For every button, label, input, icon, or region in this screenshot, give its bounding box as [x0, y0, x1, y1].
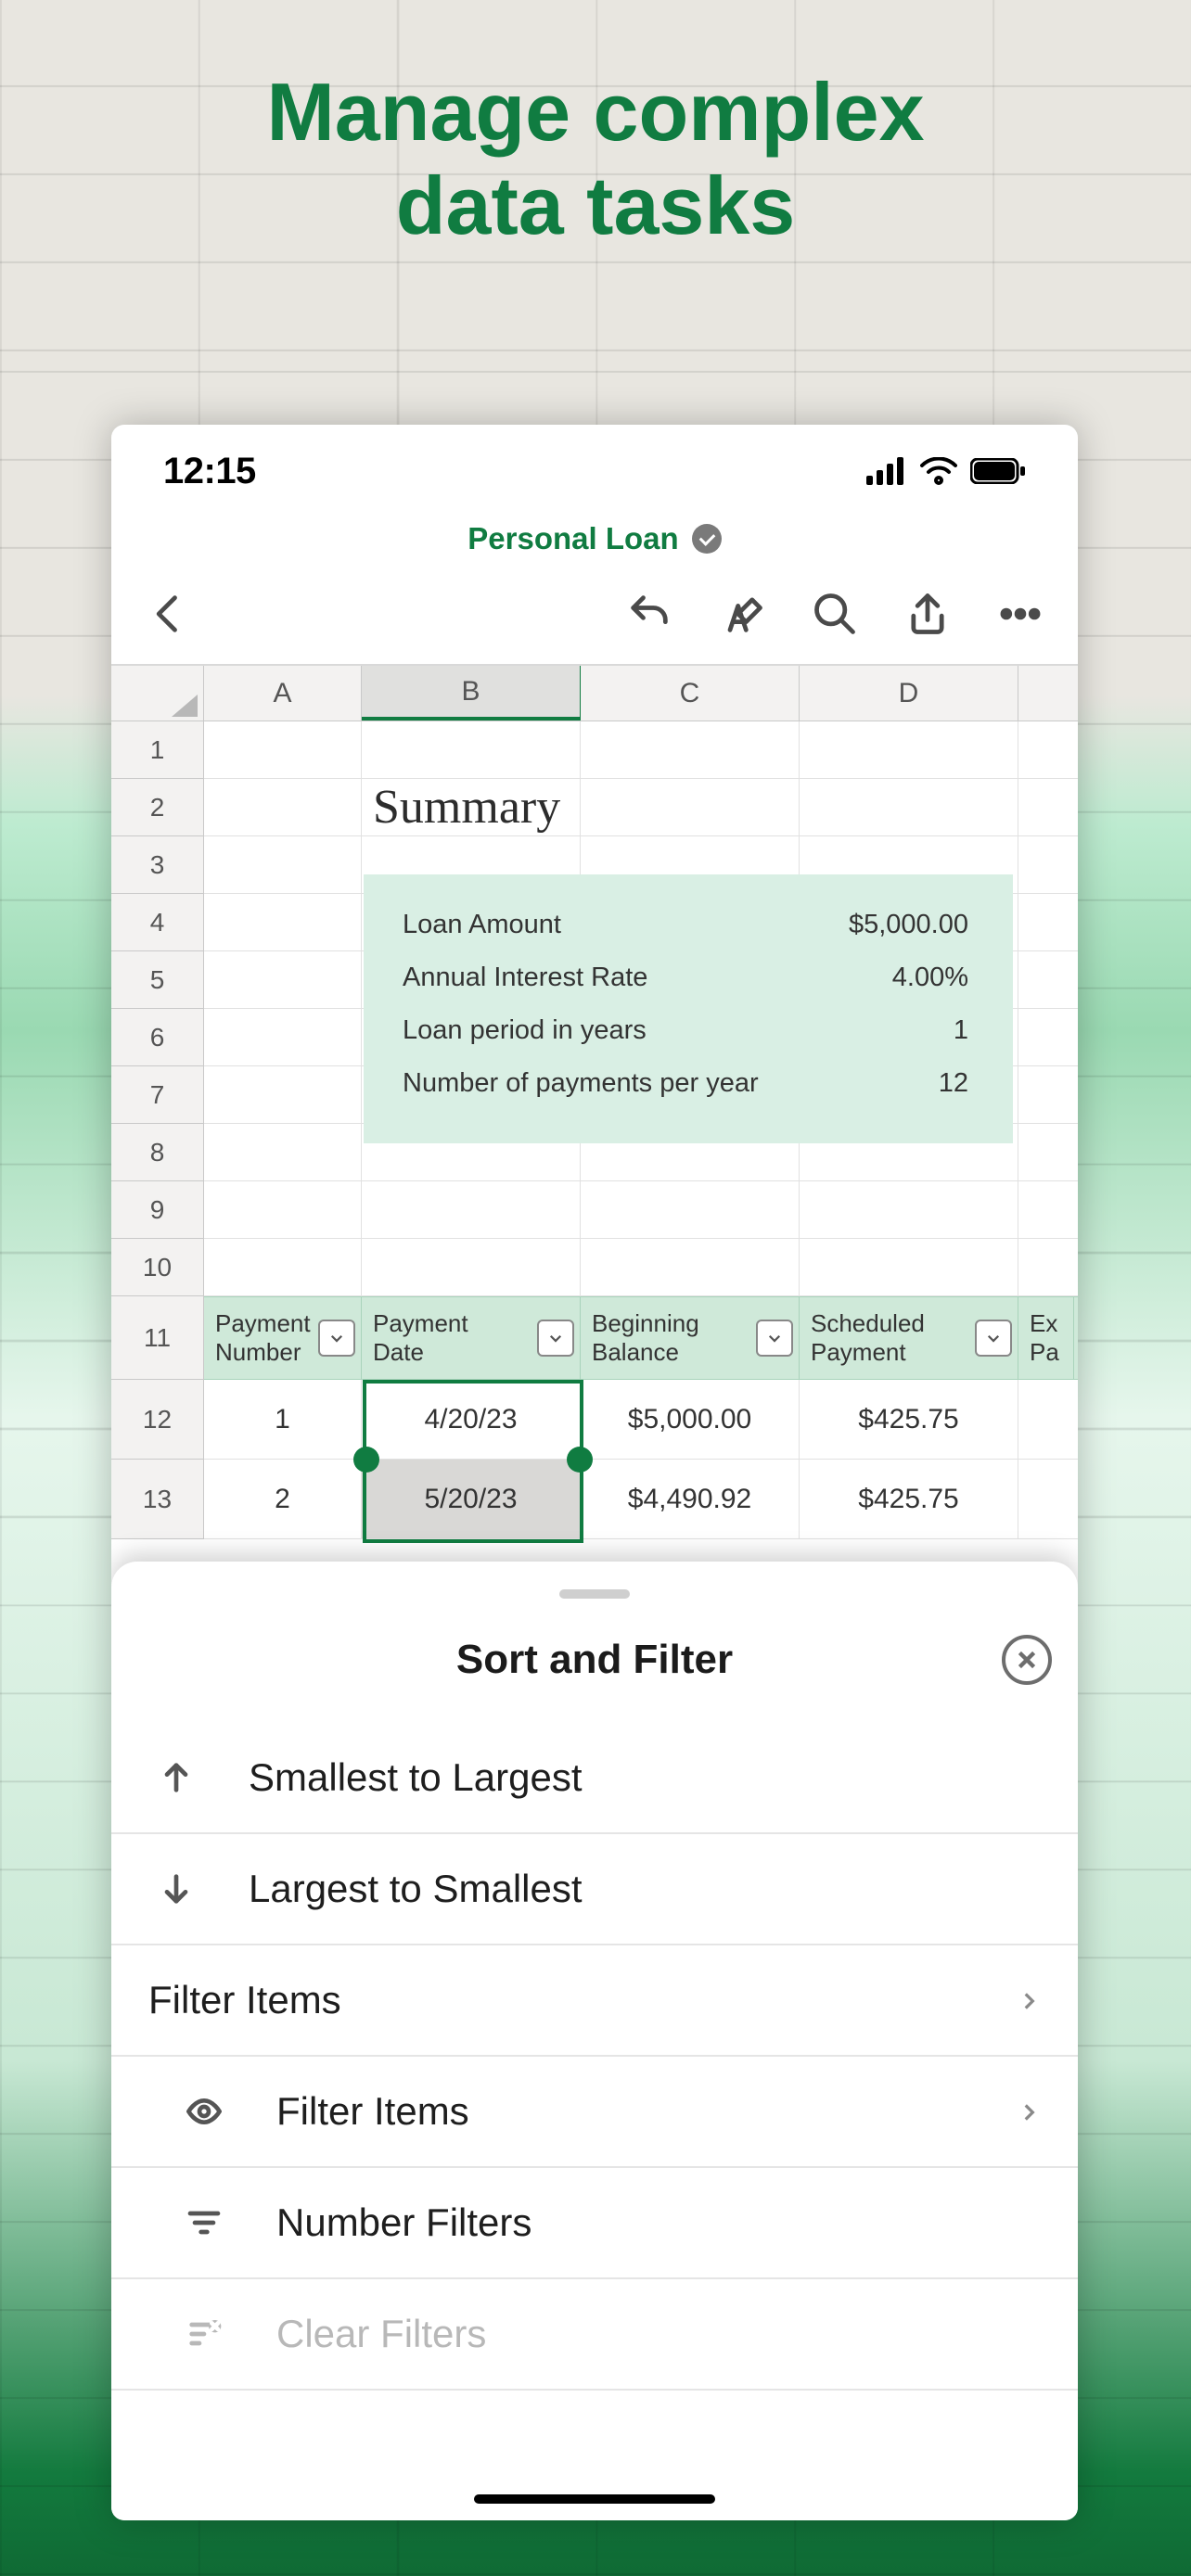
chevron-right-icon	[1017, 2089, 1041, 2134]
row-header[interactable]: 10	[111, 1239, 204, 1296]
summary-block[interactable]: Loan Amount $5,000.00 Annual Interest Rat…	[364, 874, 1013, 1143]
row-header[interactable]: 13	[111, 1460, 204, 1539]
column-header-a[interactable]: A	[204, 666, 362, 721]
summary-value: 4.00%	[892, 963, 968, 993]
row-header[interactable]: 12	[111, 1380, 204, 1460]
cell-scheduled-payment[interactable]: $425.75	[800, 1380, 1018, 1459]
clear-filter-icon	[176, 2315, 232, 2353]
cell-payment-date[interactable]: 5/20/23	[362, 1460, 581, 1538]
filter-items-section[interactable]: Filter Items	[111, 1945, 1078, 2057]
cell-scheduled-payment[interactable]: $425.75	[800, 1460, 1018, 1538]
cell-payment-date[interactable]: 4/20/23	[362, 1380, 581, 1459]
row-header[interactable]: 3	[111, 836, 204, 894]
summary-label: Loan Amount	[403, 910, 561, 940]
table-header-scheduled-payment[interactable]: Scheduled Payment	[800, 1297, 1018, 1379]
document-title-row: Personal Loan	[111, 514, 1078, 564]
filter-lines-icon	[176, 2204, 232, 2241]
sort-ascending[interactable]: Smallest to Largest	[111, 1723, 1078, 1834]
row-header[interactable]: 11	[111, 1296, 204, 1380]
row-header[interactable]: 7	[111, 1066, 204, 1124]
back-button[interactable]	[145, 590, 193, 638]
undo-button[interactable]	[625, 590, 673, 638]
row-headers: 1 2 3 4 5 6 7 8 9 10 11 12 13	[111, 721, 204, 1539]
promo-headline-line2: data tasks	[0, 159, 1191, 252]
cell-payment-number[interactable]: 1	[204, 1380, 362, 1459]
promo-headline-line1: Manage complex	[0, 65, 1191, 159]
table-header-row: Payment Number Payment Date Beginning Ba…	[204, 1296, 1078, 1380]
table-row[interactable]: 2 5/20/23 $4,490.92 $425.75	[204, 1460, 1078, 1539]
status-bar: 12:15	[111, 425, 1078, 514]
eye-icon	[176, 2093, 232, 2130]
summary-label: Loan period in years	[403, 1015, 647, 1046]
battery-icon	[970, 458, 1026, 484]
column-headers: A B C D	[204, 666, 1078, 721]
summary-heading[interactable]: Summary	[362, 779, 581, 835]
cell-beginning-balance[interactable]: $5,000.00	[581, 1380, 800, 1459]
select-all-corner[interactable]	[111, 666, 204, 721]
summary-label: Annual Interest Rate	[403, 963, 647, 993]
promo-headline: Manage complex data tasks	[0, 65, 1191, 252]
panel-title: Sort and Filter	[456, 1637, 733, 1683]
summary-value: 12	[939, 1068, 968, 1099]
share-button[interactable]	[903, 590, 952, 638]
column-header-b[interactable]: B	[362, 666, 581, 721]
column-header-d[interactable]: D	[800, 666, 1018, 721]
status-time: 12:15	[163, 451, 256, 492]
document-title[interactable]: Personal Loan	[467, 521, 678, 556]
number-filters[interactable]: Number Filters	[111, 2168, 1078, 2279]
row-header[interactable]: 8	[111, 1124, 204, 1181]
table-row[interactable]: 1 4/20/23 $5,000.00 $425.75	[204, 1380, 1078, 1460]
cell-beginning-balance[interactable]: $4,490.92	[581, 1460, 800, 1538]
table-header-extra-payment[interactable]: Ex Pa	[1018, 1297, 1074, 1379]
table-header-payment-number[interactable]: Payment Number	[204, 1297, 362, 1379]
close-button[interactable]	[1002, 1635, 1052, 1685]
summary-label: Number of payments per year	[403, 1068, 759, 1099]
table-header-payment-date[interactable]: Payment Date	[362, 1297, 581, 1379]
filter-dropdown[interactable]	[537, 1320, 574, 1357]
panel-menu: Smallest to Largest Largest to Smallest …	[111, 1723, 1078, 2391]
filter-items[interactable]: Filter Items	[111, 2057, 1078, 2168]
column-header-c[interactable]: C	[581, 666, 800, 721]
row-header[interactable]: 9	[111, 1181, 204, 1239]
filter-dropdown[interactable]	[756, 1320, 793, 1357]
filter-dropdown[interactable]	[318, 1320, 355, 1357]
sort-filter-panel: Sort and Filter Smallest to Largest Larg…	[111, 1562, 1078, 2520]
sort-descending[interactable]: Largest to Smallest	[111, 1834, 1078, 1945]
panel-grabber[interactable]	[559, 1589, 630, 1599]
phone-frame: 12:15 Personal Loan	[111, 425, 1078, 2520]
row-header[interactable]: 1	[111, 721, 204, 779]
filter-dropdown[interactable]	[975, 1320, 1012, 1357]
toolbar	[111, 564, 1078, 666]
status-icons	[866, 457, 1026, 485]
spreadsheet[interactable]: A B C D 1 2 3 4 5 6 7 8 9 10 11 12 13 Su…	[111, 666, 1078, 1556]
clear-filters: Clear Filters	[111, 2279, 1078, 2391]
cell-payment-number[interactable]: 2	[204, 1460, 362, 1538]
row-header[interactable]: 2	[111, 779, 204, 836]
more-button[interactable]	[996, 590, 1044, 638]
arrow-up-icon	[148, 1759, 204, 1796]
summary-value: $5,000.00	[849, 910, 968, 940]
row-header[interactable]: 6	[111, 1009, 204, 1066]
home-indicator[interactable]	[474, 2494, 715, 2504]
format-button[interactable]	[718, 590, 766, 638]
chevron-right-icon	[1017, 1978, 1041, 2022]
wifi-icon	[920, 457, 957, 485]
cellular-icon	[866, 457, 907, 485]
search-button[interactable]	[811, 590, 859, 638]
arrow-down-icon	[148, 1870, 204, 1907]
table-header-beginning-balance[interactable]: Beginning Balance	[581, 1297, 800, 1379]
sync-status-icon[interactable]	[692, 524, 722, 554]
summary-value: 1	[954, 1015, 968, 1046]
row-header[interactable]: 5	[111, 951, 204, 1009]
row-header[interactable]: 4	[111, 894, 204, 951]
